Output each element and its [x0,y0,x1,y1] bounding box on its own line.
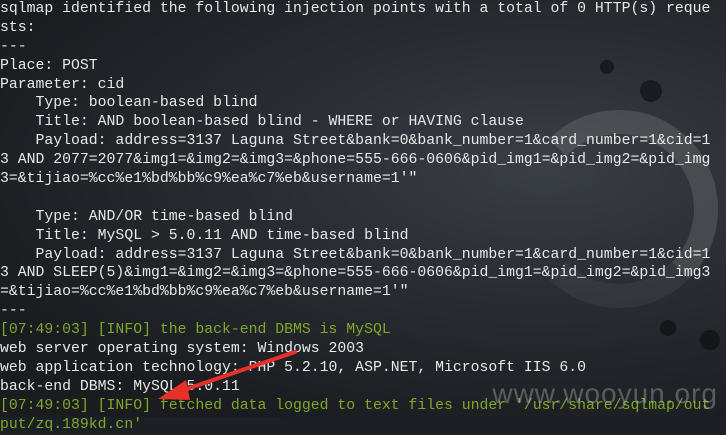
watermark-text: www.wooyun.org [492,378,718,409]
red-arrow-annotation [158,350,297,400]
terminal-info-line: put/zq.189kd.cn' [0,416,143,433]
